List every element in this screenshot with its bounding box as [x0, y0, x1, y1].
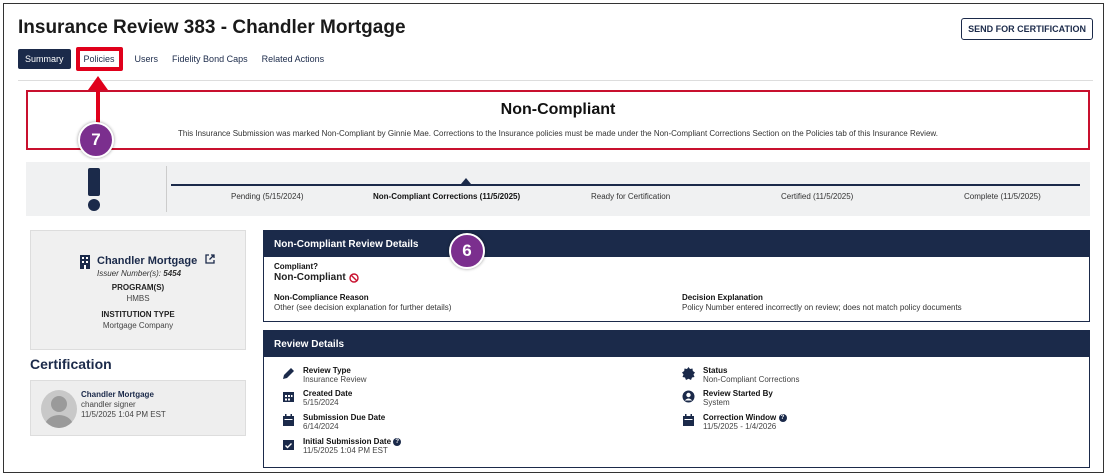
- building-icon: [80, 255, 90, 269]
- compliant-label: Compliant?: [274, 262, 318, 271]
- panel-header: Non-Compliant Review Details: [264, 231, 1089, 257]
- review-details-panel: Review Details Review Type Insurance Revi…: [263, 330, 1090, 468]
- status-badge-icon: [682, 367, 695, 380]
- status-value: Non-Compliant Corrections: [703, 375, 800, 384]
- review-type-field: Review Type Insurance Review: [282, 366, 367, 384]
- send-for-certification-button[interactable]: SEND FOR CERTIFICATION: [961, 18, 1093, 40]
- step-ready-for-certification: Ready for Certification: [591, 192, 671, 201]
- review-type-label: Review Type: [303, 366, 351, 375]
- program-value: HMBS: [126, 294, 150, 303]
- review-type-value: Insurance Review: [303, 375, 367, 384]
- decision-explanation-value: Policy Number entered incorrectly on rev…: [682, 303, 962, 312]
- certification-datetime: 11/5/2025 1:04 PM EST: [81, 410, 166, 419]
- tracker-separator: [166, 166, 167, 212]
- exclamation-icon: [88, 168, 100, 211]
- correction-window-label: Correction Window: [703, 413, 777, 422]
- tab-related-actions[interactable]: Related Actions: [255, 49, 332, 69]
- app-frame: Insurance Review 383 - Chandler Mortgage…: [3, 3, 1104, 473]
- step-pending: Pending (5/15/2024): [231, 192, 304, 201]
- issuer-card: Chandler Mortgage Issuer Number(s): 5454…: [30, 230, 246, 350]
- tab-users[interactable]: Users: [128, 49, 166, 69]
- current-step-marker: [461, 178, 471, 184]
- status-tracker: Pending (5/15/2024) Non-Compliant Correc…: [26, 162, 1090, 216]
- pencil-icon: [283, 368, 294, 379]
- review-started-by-label: Review Started By: [703, 389, 773, 398]
- program-label: PROGRAM(S): [111, 283, 165, 292]
- submission-due-date-label: Submission Due Date: [303, 413, 386, 422]
- certification-card: Chandler Mortgage chandler signer 11/5/2…: [30, 380, 246, 436]
- calendar-icon: [683, 414, 694, 426]
- panel-header: Review Details: [264, 331, 1089, 357]
- issuer-name-link[interactable]: Chandler Mortgage: [97, 255, 197, 267]
- user-circle-icon: [682, 390, 695, 403]
- help-icon[interactable]: ?: [778, 413, 787, 422]
- callout-7: 7: [78, 122, 114, 158]
- callout-arrow-icon: [88, 76, 108, 126]
- prohibited-icon: [348, 272, 359, 283]
- status-label: Status: [703, 366, 728, 375]
- step-certified: Certified (11/5/2025): [781, 192, 854, 201]
- initial-submission-date-label: Initial Submission Date: [303, 437, 392, 446]
- calendar-icon: [283, 414, 294, 426]
- certifier-user: chandler signer: [81, 400, 136, 409]
- tab-summary[interactable]: Summary: [18, 49, 71, 69]
- external-link-icon[interactable]: [205, 254, 215, 264]
- correction-window-value: 11/5/2025 - 1/4/2026: [703, 422, 777, 431]
- status-field: Status Non-Compliant Corrections: [682, 366, 799, 384]
- step-complete: Complete (11/5/2025): [964, 192, 1041, 201]
- non-compliant-alert: Non-Compliant This Insurance Submission …: [26, 90, 1090, 150]
- page-title: Insurance Review 383 - Chandler Mortgage: [18, 17, 406, 38]
- avatar: [41, 390, 77, 428]
- certifier-name: Chandler Mortgage: [81, 390, 154, 399]
- initial-submission-date-value: 11/5/2025 1:04 PM EST: [303, 446, 388, 455]
- callout-6: 6: [449, 233, 485, 269]
- tab-fidelity-bond-caps[interactable]: Fidelity Bond Caps: [165, 49, 255, 69]
- calendar-icon: [283, 392, 294, 402]
- step-non-compliant-corrections: Non-Compliant Corrections (11/5/2025): [373, 192, 521, 201]
- initial-submission-date-field: Initial Submission Date ? 11/5/2025 1:04 …: [282, 437, 402, 455]
- certification-heading: Certification: [30, 356, 112, 372]
- decision-explanation-label: Decision Explanation: [682, 293, 763, 302]
- tab-bar: Summary Policies Users Fidelity Bond Cap…: [18, 47, 331, 71]
- non-compliant-review-details-panel: Non-Compliant Review Details Compliant? …: [263, 230, 1090, 322]
- created-date-value: 5/15/2024: [303, 398, 339, 407]
- created-date-field: Created Date 5/15/2024: [282, 389, 352, 407]
- alert-message: This Insurance Submission was marked Non…: [178, 129, 938, 138]
- tab-policies[interactable]: Policies: [75, 47, 123, 71]
- alert-title: Non-Compliant: [500, 101, 616, 118]
- created-date-label: Created Date: [303, 389, 353, 398]
- non-compliance-reason-label: Non-Compliance Reason: [274, 293, 369, 302]
- divider: [18, 80, 1093, 81]
- compliant-value: Non-Compliant: [274, 272, 346, 283]
- non-compliance-reason-value: Other (see decision explanation for furt…: [274, 303, 452, 312]
- tracker-line: [171, 184, 1080, 186]
- institution-type-value: Mortgage Company: [102, 321, 174, 330]
- help-icon[interactable]: ?: [393, 437, 402, 446]
- review-started-by-value: System: [703, 398, 730, 407]
- review-started-by-field: Review Started By System: [682, 389, 773, 407]
- correction-window-field: Correction Window ? 11/5/2025 - 1/4/2026: [682, 413, 787, 431]
- submission-due-date-field: Submission Due Date 6/14/2024: [282, 413, 385, 431]
- issuer-number: 5454: [163, 269, 182, 278]
- calendar-check-icon: [283, 440, 294, 450]
- submission-due-date-value: 6/14/2024: [303, 422, 339, 431]
- issuer-number-label: Issuer Number(s):: [97, 269, 162, 278]
- institution-type-label: INSTITUTION TYPE: [101, 310, 175, 319]
